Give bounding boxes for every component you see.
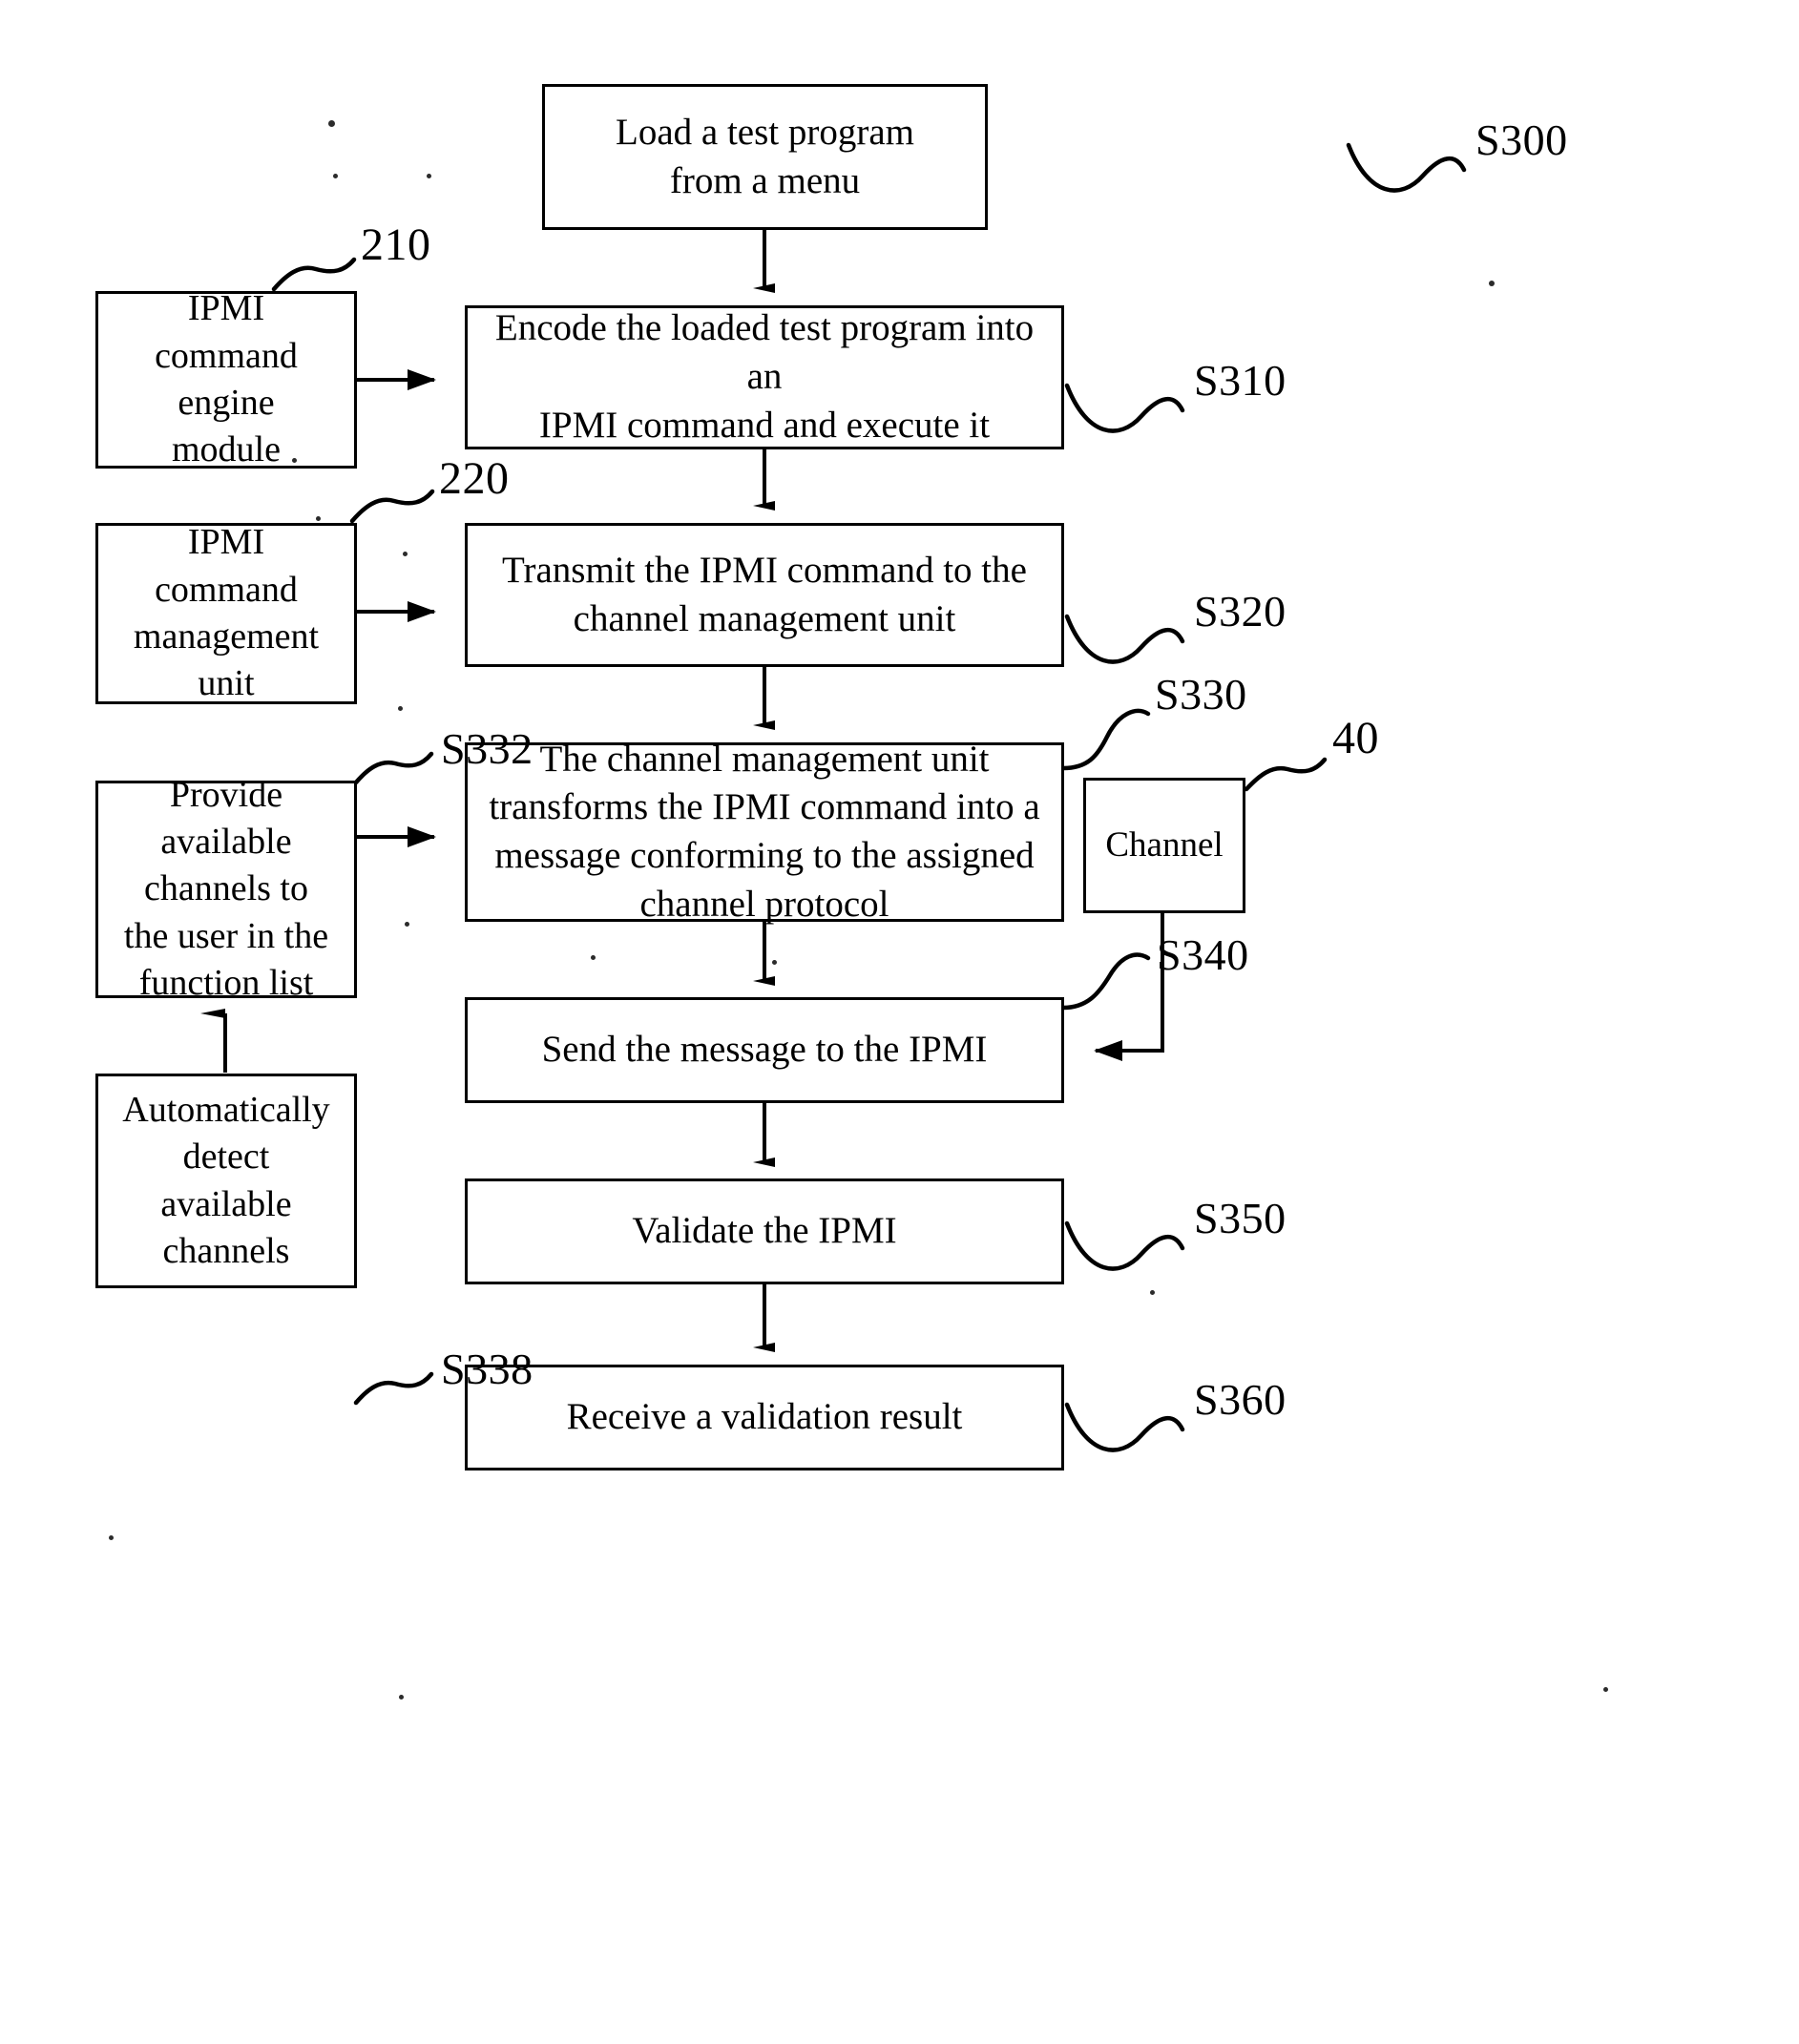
scan-speck [1150,1290,1155,1295]
scan-speck [772,960,777,965]
leader-s350 [1064,1220,1185,1271]
step-label-s360: S360 [1194,1375,1286,1424]
scan-speck [398,706,403,711]
step-label-s350: S350 [1194,1194,1286,1242]
node-s300-text: Load a test program from a menu [616,111,914,201]
node-s330: The channel management unit transforms t… [465,739,1064,925]
leader-s300 [1346,142,1467,193]
scan-speck [405,922,409,927]
leader-s338 [353,1371,434,1406]
node-s320-text: Transmit the IPMI command to the channel… [502,549,1027,639]
leader-s330 [1060,708,1151,771]
node-s340-text: Send the message to the IPMI [541,1029,988,1071]
node-s310: Encode the loaded test program into an I… [465,305,1064,449]
scan-speck [427,174,431,178]
leader-s320 [1064,614,1185,664]
node-220-text: IPMI command management unit [133,522,320,704]
ref-label-210: 210 [361,219,431,270]
node-s320: Transmit the IPMI command to the channel… [465,523,1064,667]
step-label-s338: S338 [441,1345,533,1393]
step-label-s300: S300 [1475,115,1568,164]
node-s310-text: Encode the loaded test program into an I… [494,307,1035,446]
scan-speck [292,458,297,463]
step-label-s332: S332 [441,724,533,773]
node-s360: Receive a validation result [465,1365,1064,1470]
node-provide-available-channels: Provide available channels to the user i… [95,775,357,1003]
node-210-text: IPMI command engine module [155,288,298,470]
node-s330-text: The channel management unit transforms t… [489,738,1040,925]
node-s332-text: Provide available channels to the user i… [123,774,329,1004]
scan-speck [333,174,338,178]
scan-speck [591,955,596,960]
scan-speck [1489,281,1495,286]
node-channel: Channel [1083,778,1245,913]
scan-speck [1603,1687,1608,1692]
leader-40 [1244,757,1328,792]
leader-s360 [1064,1402,1185,1452]
arrow-channel-to-s340 [1094,913,1164,1061]
leader-s310 [1064,383,1185,433]
ref-label-220: 220 [439,453,510,504]
flowchart-canvas: Load a test program from a menu Encode t… [0,0,1799,2044]
node-channel-text: Channel [1105,824,1224,865]
node-ipmi-command-management-unit: IPMI command management unit [95,522,357,704]
scan-speck [399,1695,404,1700]
node-s360-text: Receive a validation result [566,1396,963,1438]
node-s350: Validate the IPMI [465,1178,1064,1284]
node-ipmi-command-engine-module: IPMI command engine module [95,288,357,469]
leader-s340 [1060,952,1151,1011]
scan-speck [403,552,408,556]
leader-220 [349,489,435,524]
node-s340: Send the message to the IPMI [465,997,1064,1103]
step-label-s340: S340 [1157,930,1249,979]
leader-s332 [353,751,434,785]
step-label-s310: S310 [1194,356,1286,405]
step-label-s330: S330 [1155,670,1247,719]
scan-speck [328,120,335,127]
node-s300: Load a test program from a menu [542,84,988,230]
scan-speck [109,1535,114,1540]
ref-label-40: 40 [1332,713,1379,763]
node-automatically-detect-channels: Automatically detect available channels [95,1074,357,1288]
step-label-s320: S320 [1194,587,1286,636]
scan-speck [316,516,321,521]
node-s338-text: Automatically detect available channels [122,1089,330,1271]
node-s350-text: Validate the IPMI [632,1210,897,1252]
